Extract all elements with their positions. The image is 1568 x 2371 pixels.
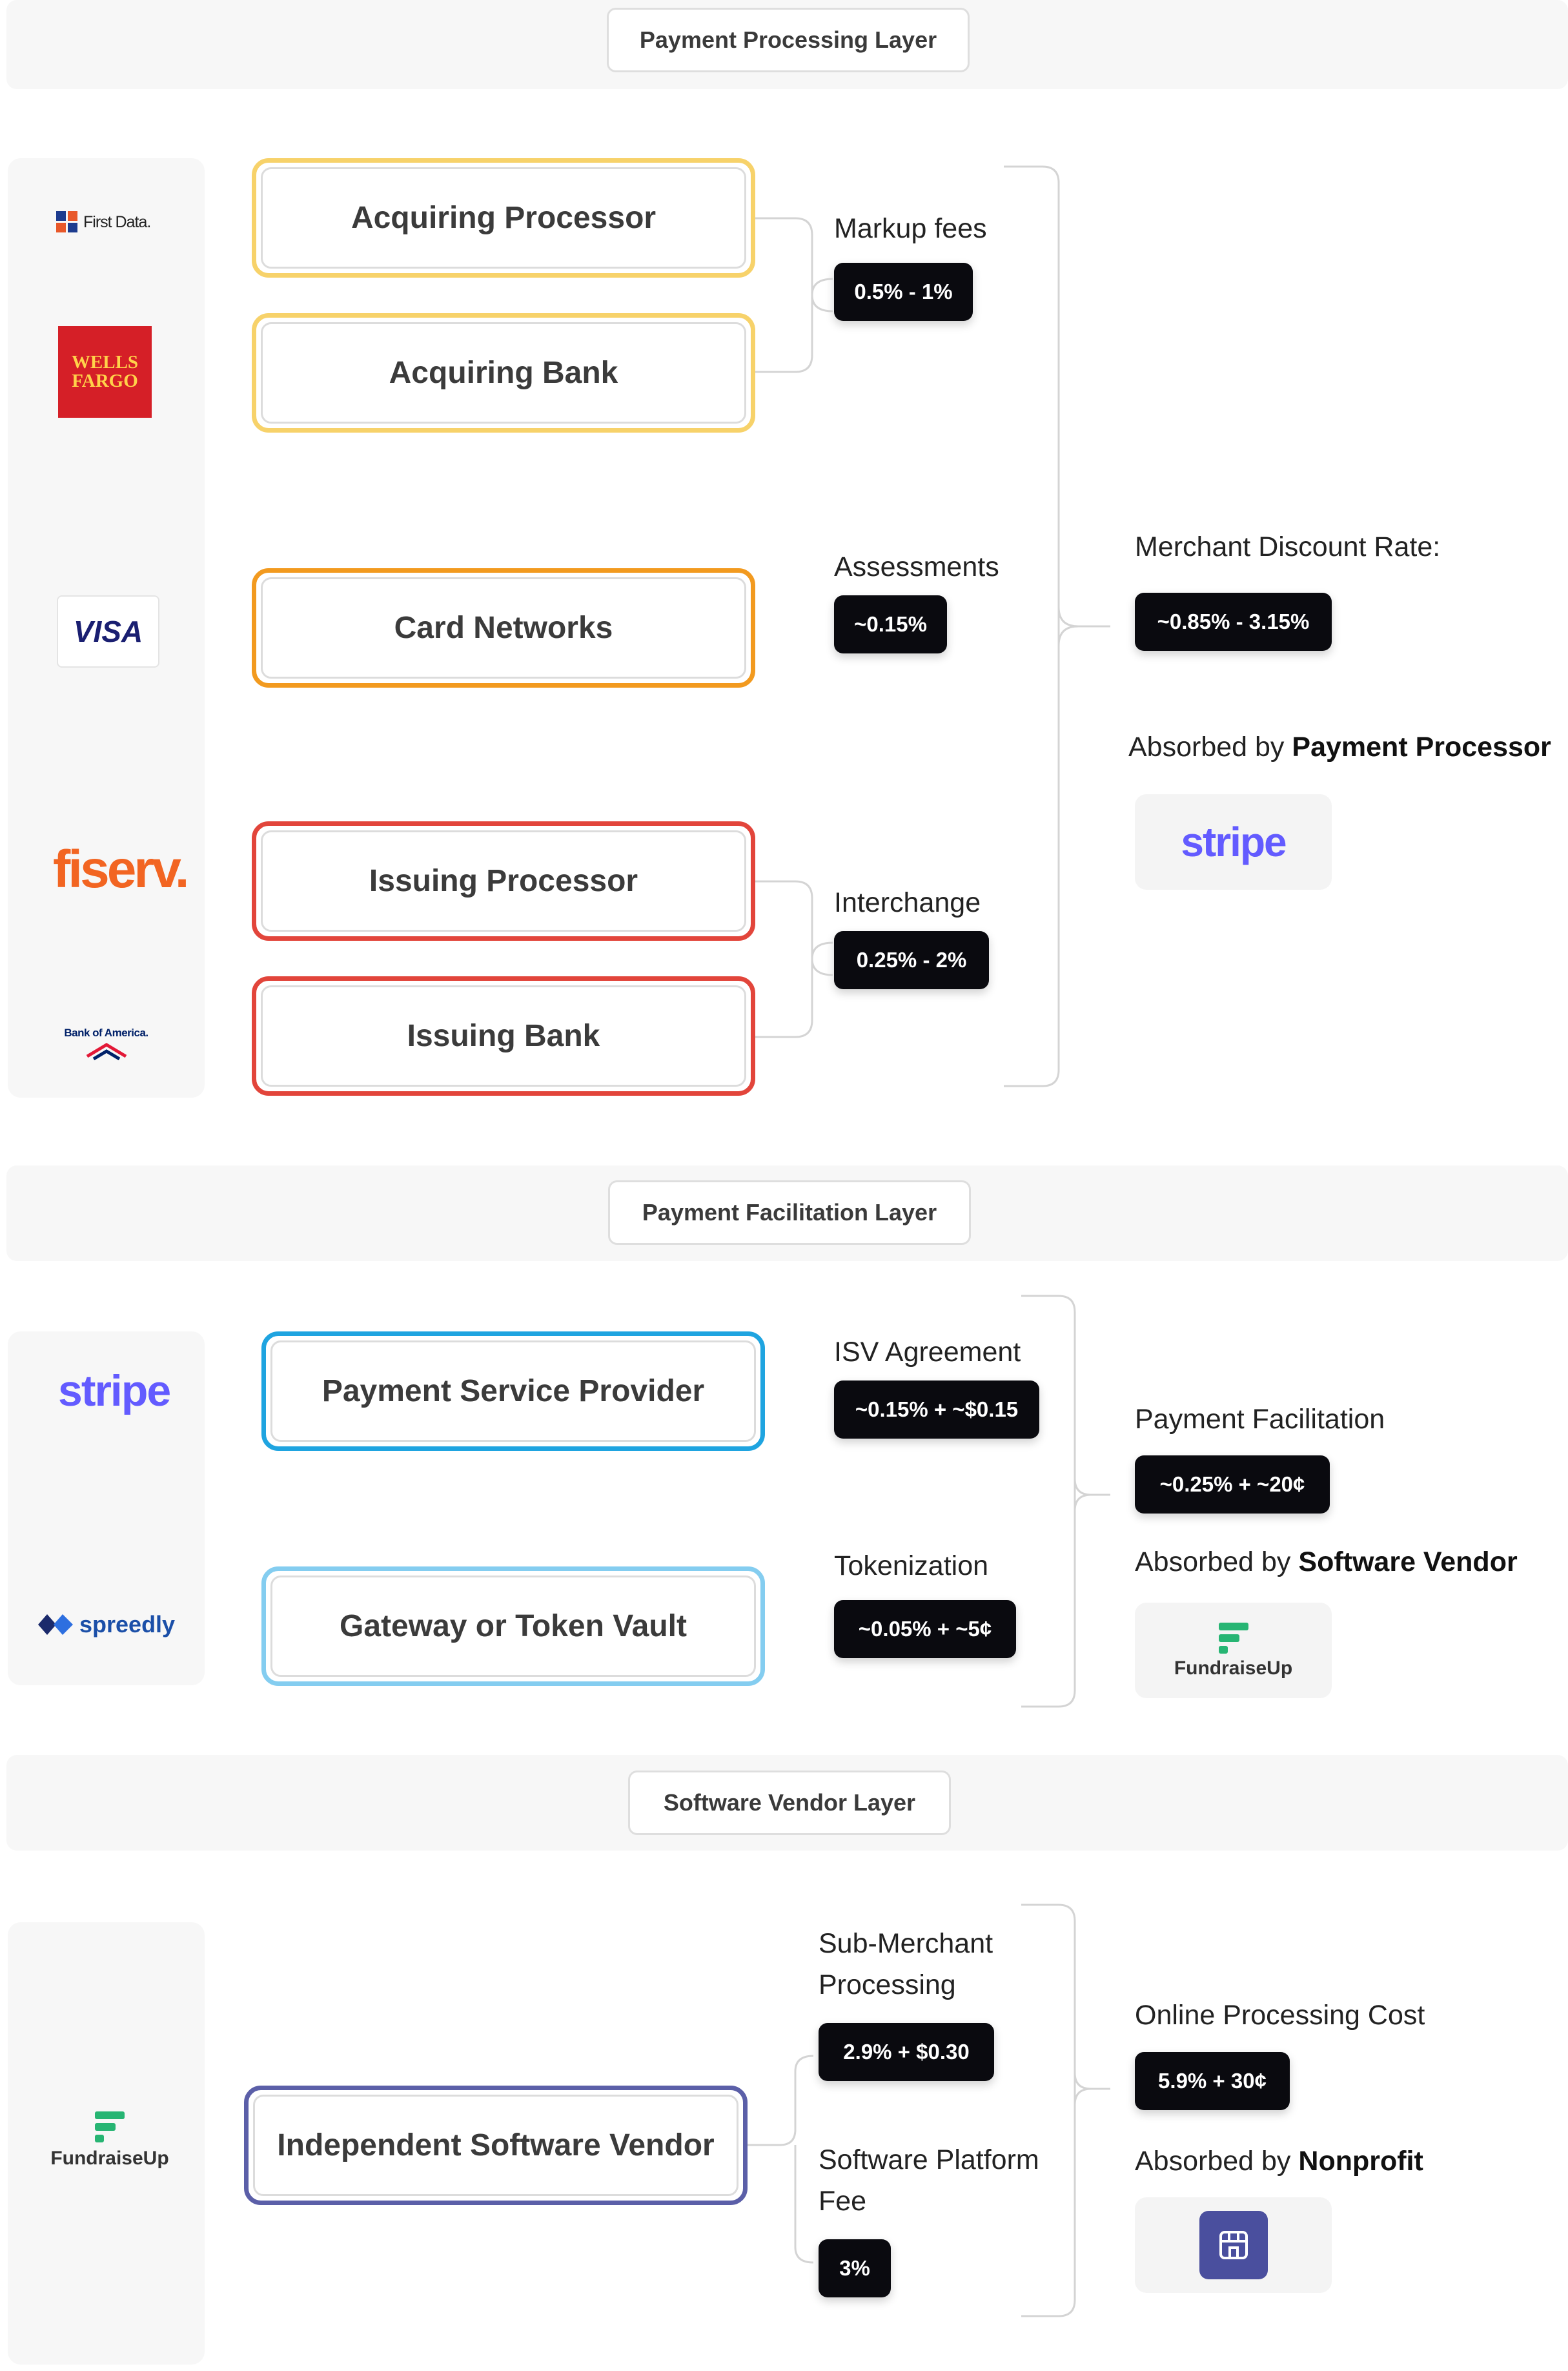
facilitation-summary-bracket <box>1021 1295 1110 1708</box>
isv-fee-bracket <box>748 2055 814 2264</box>
connector-lines <box>748 165 1110 2317</box>
acquiring-bracket-tip <box>811 278 833 296</box>
processing-summary-bracket <box>1004 165 1110 1087</box>
software-summary-bracket <box>1021 1904 1110 2317</box>
acquiring-bracket <box>755 217 813 373</box>
issuing-bracket <box>755 880 813 1038</box>
